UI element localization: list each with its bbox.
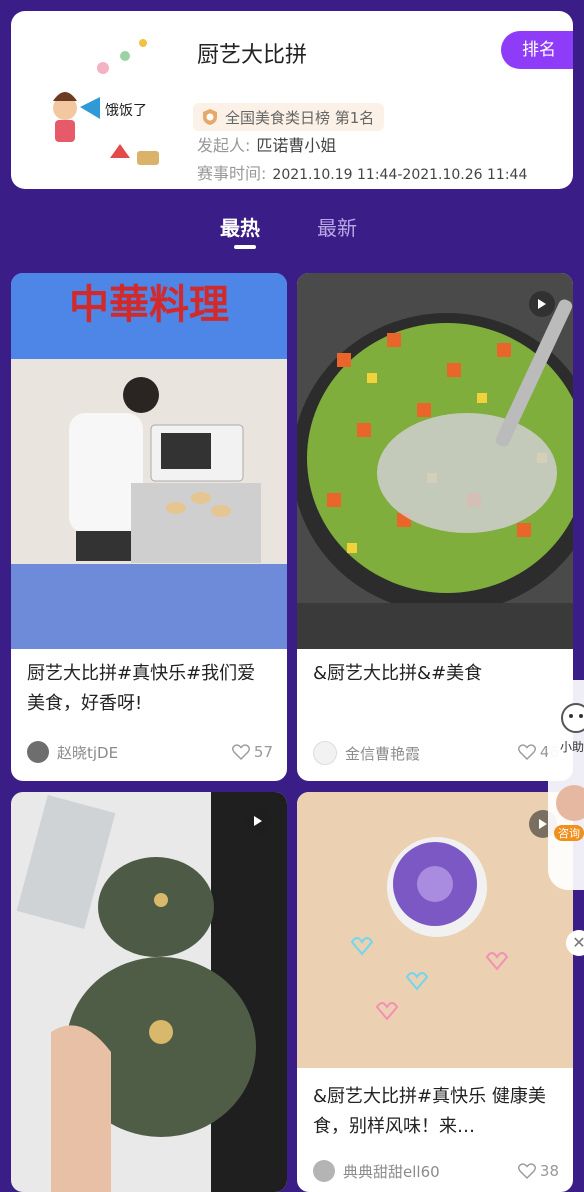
post-image: 中華料理: [11, 273, 287, 649]
post-image: [297, 792, 573, 1068]
cover-text: 饿饭了: [105, 103, 147, 119]
avatar: [313, 1160, 335, 1182]
ranking-badge: 全国美食类日榜 第1名: [193, 103, 385, 131]
author-name: 赵晓tjDE: [57, 743, 119, 762]
post-caption: 厨艺大比拼#真快乐#我们爱美食，好香呀!: [27, 663, 256, 714]
post-card[interactable]: &厨艺大比拼#真快乐 健康美食，别样风味！来… 典典甜甜ell60 38: [297, 792, 573, 1192]
post-card[interactable]: &厨艺大比拼&#美食 金信曹艳霞 46: [297, 273, 573, 781]
heart-icon: [517, 1163, 536, 1179]
like-count: 57: [253, 743, 273, 761]
tab-newest[interactable]: 最新: [317, 212, 357, 241]
post-author[interactable]: 典典甜甜ell60: [313, 1160, 440, 1182]
assistant-label: 小助: [560, 740, 584, 754]
post-author[interactable]: 赵晓tjDE: [27, 741, 118, 763]
contest-header-card: 饿饭了 厨艺大比拼 排名 全国美食类日榜 第1名 发起人: 匹诺曹小姐 赛事时间:…: [11, 11, 573, 189]
banner-text: 中華料理: [69, 282, 229, 328]
author-name: 金信曹艳霞: [345, 744, 421, 763]
sort-tabs: 最热 最新: [0, 212, 584, 252]
tab-hottest[interactable]: 最热: [220, 212, 260, 241]
medal-icon: [203, 109, 217, 125]
heart-icon: [517, 744, 536, 760]
like-counter[interactable]: 38: [517, 1162, 559, 1180]
initiator-name[interactable]: 匹诺曹小姐: [256, 136, 336, 155]
like-counter[interactable]: 57: [231, 743, 273, 761]
assistant-floating-widget[interactable]: 小助 咨询: [548, 680, 584, 890]
contest-title: 厨艺大比拼: [197, 43, 308, 68]
time-row: 赛事时间: 2021.10.19 11:44-2021.10.26 11:44: [197, 160, 527, 184]
consult-label: 咨询: [554, 825, 584, 841]
avatar: [556, 785, 584, 821]
avatar: [27, 741, 49, 763]
post-card[interactable]: [11, 792, 287, 1192]
post-image: [297, 273, 573, 649]
author-name: 典典甜甜ell60: [343, 1162, 440, 1181]
post-author[interactable]: 金信曹艳霞: [313, 741, 420, 765]
heart-icon: [231, 744, 250, 760]
post-caption: &厨艺大比拼#真快乐 健康美食，别样风味！来…: [313, 1086, 546, 1137]
contest-cover-illustration: 饿饭了: [25, 23, 175, 173]
assistant-icon: [561, 703, 584, 733]
ranking-badge-text: 全国美食类日榜 第1名: [225, 108, 375, 127]
play-icon[interactable]: [245, 808, 271, 834]
time-range: 2021.10.19 11:44-2021.10.26 11:44: [272, 167, 528, 183]
initiator-row: 发起人: 匹诺曹小姐: [197, 132, 336, 156]
time-label: 赛事时间:: [197, 164, 267, 183]
avatar: [313, 741, 337, 765]
post-image: [11, 792, 287, 1192]
initiator-label: 发起人:: [197, 136, 251, 155]
active-tab-indicator: [234, 245, 256, 249]
post-caption: &厨艺大比拼&#美食: [313, 663, 483, 684]
play-icon[interactable]: [529, 291, 555, 317]
post-card[interactable]: 中華料理 厨艺大比拼#真快乐#我们爱美食，好香呀! 赵晓tjDE 57: [11, 273, 287, 781]
like-count: 38: [539, 1162, 559, 1180]
rank-button[interactable]: 排名: [501, 31, 573, 69]
